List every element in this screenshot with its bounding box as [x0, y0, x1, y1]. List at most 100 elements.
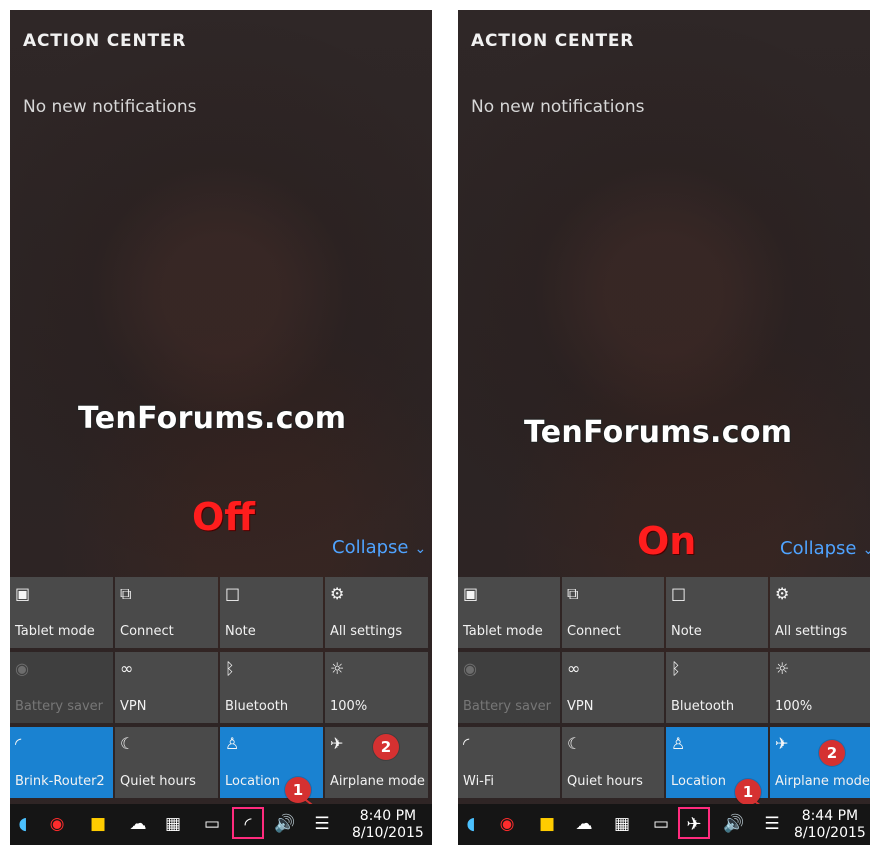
- bluetooth-tile[interactable]: ᛒ Bluetooth: [220, 652, 323, 723]
- bluetooth-tile[interactable]: ᛒ Bluetooth: [666, 652, 768, 723]
- app-icon[interactable]: ■: [536, 813, 558, 835]
- tablet-mode-tile[interactable]: ▣ Tablet mode: [458, 577, 560, 648]
- vpn-tile[interactable]: ∞ VPN: [115, 652, 218, 723]
- action-center-title: ACTION CENTER: [23, 31, 187, 51]
- chevron-down-icon: ⌄: [862, 542, 870, 558]
- quiet-hours-tile[interactable]: ☾ Quiet hours: [562, 727, 664, 798]
- calendar-icon[interactable]: ▦: [611, 813, 633, 835]
- wifi-icon: ◜: [15, 734, 22, 753]
- chevron-down-icon: ⌄: [414, 541, 427, 557]
- tablet-mode-tile[interactable]: ▣ Tablet mode: [10, 577, 113, 648]
- note-icon: □: [671, 584, 687, 603]
- step-2-badge: 2: [819, 740, 845, 766]
- vpn-tile[interactable]: ∞ VPN: [562, 652, 664, 723]
- action-center-title: ACTION CENTER: [471, 31, 635, 51]
- brightness-tile[interactable]: ☼ 100%: [770, 652, 870, 723]
- location-icon: ♙: [225, 734, 240, 753]
- connect-icon: ⧉: [567, 584, 579, 603]
- tile-label: Battery saver: [463, 699, 552, 714]
- airplane-mode-state-label: On: [637, 519, 697, 563]
- airplane-mode-tile[interactable]: ✈ Airplane mode: [770, 727, 870, 798]
- tile-label: Note: [671, 624, 702, 639]
- tile-label: Tablet mode: [463, 624, 543, 639]
- taskbar: ◖ ◉ ■ ☁ ▦ ▭ ✈ 🔊 ☰ 8:44 PM 8/10/2015: [458, 804, 870, 845]
- connect-tile[interactable]: ⧉ Connect: [562, 577, 664, 648]
- quiet-hours-tile[interactable]: ☾ Quiet hours: [115, 727, 218, 798]
- volume-icon[interactable]: 🔊: [723, 813, 745, 835]
- battery-saver-tile[interactable]: ◉ Battery saver: [10, 652, 113, 723]
- quick-actions-grid: ▣ Tablet mode ⧉ Connect □ Note ⚙ All set…: [10, 577, 428, 798]
- battery-saver-tile[interactable]: ◉ Battery saver: [458, 652, 560, 723]
- tile-label: Bluetooth: [225, 699, 289, 714]
- vpn-icon: ∞: [567, 659, 581, 678]
- tile-label: VPN: [567, 699, 594, 714]
- action-center-icon[interactable]: ☰: [761, 813, 783, 835]
- beats-icon[interactable]: ◉: [496, 813, 518, 835]
- airplane-tray-icon[interactable]: ✈: [678, 807, 710, 839]
- bluetooth-icon: ᛒ: [671, 659, 681, 678]
- brightness-tile[interactable]: ☼ 100%: [325, 652, 428, 723]
- all-settings-tile[interactable]: ⚙ All settings: [770, 577, 870, 648]
- volume-icon[interactable]: 🔊: [274, 813, 296, 835]
- connect-icon: ⧉: [120, 584, 132, 603]
- battery-saver-icon: ◉: [15, 659, 29, 678]
- wifi-tile[interactable]: ◜ Brink-Router2: [10, 727, 113, 798]
- tile-label: Bluetooth: [671, 699, 735, 714]
- tile-label: 100%: [330, 699, 368, 714]
- no-notifications-text: No new notifications: [471, 97, 645, 117]
- app-icon[interactable]: ■: [87, 813, 109, 835]
- vpn-icon: ∞: [120, 659, 134, 678]
- calendar-icon[interactable]: ▦: [162, 813, 184, 835]
- wifi-tray-icon[interactable]: ◜: [232, 807, 264, 839]
- moon-icon: ☾: [120, 734, 135, 753]
- tile-label: Location: [225, 774, 280, 789]
- tile-label: Battery saver: [15, 699, 104, 714]
- tile-label: Airplane mode: [330, 774, 425, 789]
- connect-tile[interactable]: ⧉ Connect: [115, 577, 218, 648]
- watermark-text: TenForums.com: [524, 415, 793, 450]
- battery-icon[interactable]: ▭: [201, 813, 223, 835]
- date-text: 8/10/2015: [352, 825, 424, 841]
- tile-label: Wi-Fi: [463, 774, 495, 789]
- time-text: 8:44 PM: [801, 808, 859, 824]
- bluetooth-icon: ᛒ: [225, 659, 235, 678]
- tile-label: 100%: [775, 699, 813, 714]
- all-settings-tile[interactable]: ⚙ All settings: [325, 577, 428, 648]
- taskbar: ◖ ◉ ■ ☁ ▦ ▭ ◜ 🔊 ☰ 8:40 PM 8/10/2015: [10, 804, 432, 845]
- location-icon: ♙: [671, 734, 686, 753]
- tile-label: Connect: [567, 624, 621, 639]
- tile-label: All settings: [330, 624, 403, 639]
- tile-label: Quiet hours: [567, 774, 643, 789]
- note-tile[interactable]: □ Note: [666, 577, 768, 648]
- malwarebytes-icon[interactable]: ◖: [12, 813, 34, 835]
- battery-icon[interactable]: ▭: [650, 813, 672, 835]
- collapse-label: Collapse: [780, 538, 857, 559]
- no-notifications-text: No new notifications: [23, 97, 197, 117]
- clock[interactable]: 8:44 PM 8/10/2015: [794, 808, 866, 842]
- gear-icon: ⚙: [775, 584, 790, 603]
- tile-label: VPN: [120, 699, 147, 714]
- wifi-tile[interactable]: ◜ Wi-Fi: [458, 727, 560, 798]
- onedrive-icon[interactable]: ☁: [573, 813, 595, 835]
- tile-label: Note: [225, 624, 256, 639]
- action-center-on-panel: ACTION CENTER No new notifications TenFo…: [458, 10, 870, 845]
- collapse-link[interactable]: Collapse ⌄: [780, 538, 870, 559]
- onedrive-icon[interactable]: ☁: [127, 813, 149, 835]
- gear-icon: ⚙: [330, 584, 345, 603]
- action-center-off-panel: ACTION CENTER No new notifications TenFo…: [10, 10, 432, 845]
- note-icon: □: [225, 584, 241, 603]
- tile-label: Connect: [120, 624, 174, 639]
- action-center-icon[interactable]: ☰: [311, 813, 333, 835]
- wifi-icon: ◜: [463, 734, 470, 753]
- collapse-link[interactable]: Collapse ⌄: [332, 537, 426, 558]
- beats-icon[interactable]: ◉: [46, 813, 68, 835]
- clock[interactable]: 8:40 PM 8/10/2015: [352, 808, 424, 842]
- malwarebytes-icon[interactable]: ◖: [460, 813, 482, 835]
- quick-actions-grid: ▣ Tablet mode ⧉ Connect □ Note ⚙ All set…: [458, 577, 870, 798]
- tile-label: Airplane mode: [775, 774, 870, 789]
- note-tile[interactable]: □ Note: [220, 577, 323, 648]
- tile-label: Tablet mode: [15, 624, 95, 639]
- time-text: 8:40 PM: [359, 808, 417, 824]
- tile-label: Brink-Router2: [15, 774, 105, 789]
- step-2-badge: 2: [373, 734, 399, 760]
